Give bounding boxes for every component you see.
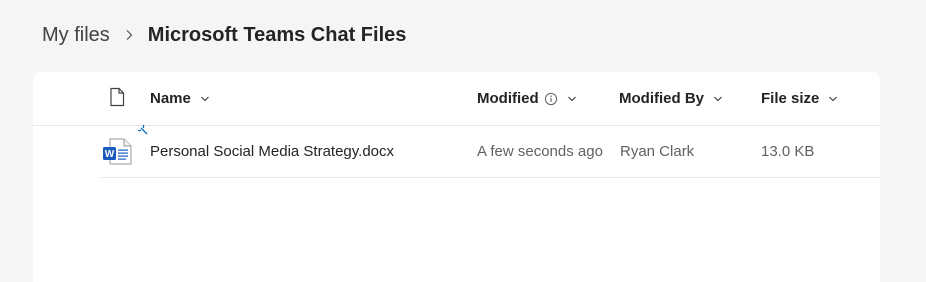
page-title: Microsoft Teams Chat Files <box>147 23 407 46</box>
chevron-down-icon <box>713 95 723 103</box>
svg-text:W: W <box>105 149 115 160</box>
table-row[interactable]: W Personal Social Media Strategy.docx A … <box>99 125 880 178</box>
file-list: Name Modified Modified By File size W Pe… <box>33 72 880 282</box>
new-file-sparkle-icon <box>137 123 149 137</box>
column-header-modified-label: Modified <box>477 90 539 107</box>
file-modified-by[interactable]: Ryan Clark <box>620 125 694 177</box>
word-document-icon: W <box>101 125 135 177</box>
file-name-link[interactable]: Personal Social Media Strategy.docx <box>150 125 394 177</box>
column-header-file-size-label: File size <box>761 90 820 107</box>
info-icon[interactable] <box>544 92 558 106</box>
column-header-file-size[interactable]: File size <box>761 72 838 125</box>
column-header-name-label: Name <box>150 90 191 107</box>
column-header-modified-by[interactable]: Modified By <box>619 72 723 125</box>
chevron-down-icon <box>200 95 210 103</box>
column-header-modified[interactable]: Modified <box>477 72 577 125</box>
column-header-modified-by-label: Modified By <box>619 90 704 107</box>
chevron-right-icon <box>124 29 134 41</box>
column-header-name[interactable]: Name <box>150 72 210 125</box>
document-icon <box>109 87 125 111</box>
breadcrumb-my-files[interactable]: My files <box>42 24 110 47</box>
column-header-row: Name Modified Modified By File size <box>33 72 880 126</box>
chevron-down-icon <box>567 95 577 103</box>
file-type-column-header[interactable] <box>109 72 125 125</box>
breadcrumb: My files Microsoft Teams Chat Files <box>42 20 406 50</box>
chevron-down-icon <box>828 95 838 103</box>
file-size: 13.0 KB <box>761 142 815 160</box>
file-modified: A few seconds ago <box>477 142 603 160</box>
